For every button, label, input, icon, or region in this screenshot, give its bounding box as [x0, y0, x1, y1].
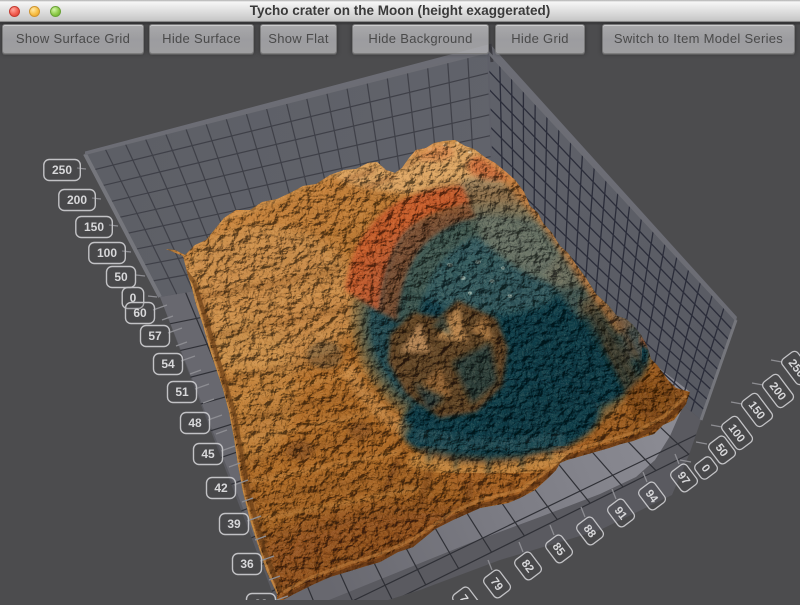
svg-text:57: 57: [148, 329, 162, 343]
svg-text:45: 45: [201, 447, 215, 461]
svg-text:60: 60: [133, 306, 147, 320]
svg-text:50: 50: [114, 270, 128, 284]
svg-text:54: 54: [161, 357, 175, 371]
svg-text:51: 51: [175, 385, 189, 399]
svg-text:39: 39: [227, 517, 241, 531]
svg-text:42: 42: [214, 481, 228, 495]
svg-text:250: 250: [52, 163, 72, 177]
svg-text:200: 200: [67, 193, 87, 207]
svg-text:36: 36: [240, 557, 254, 571]
svg-text:150: 150: [84, 220, 104, 234]
svg-text:100: 100: [97, 246, 117, 260]
svg-text:48: 48: [188, 416, 202, 430]
